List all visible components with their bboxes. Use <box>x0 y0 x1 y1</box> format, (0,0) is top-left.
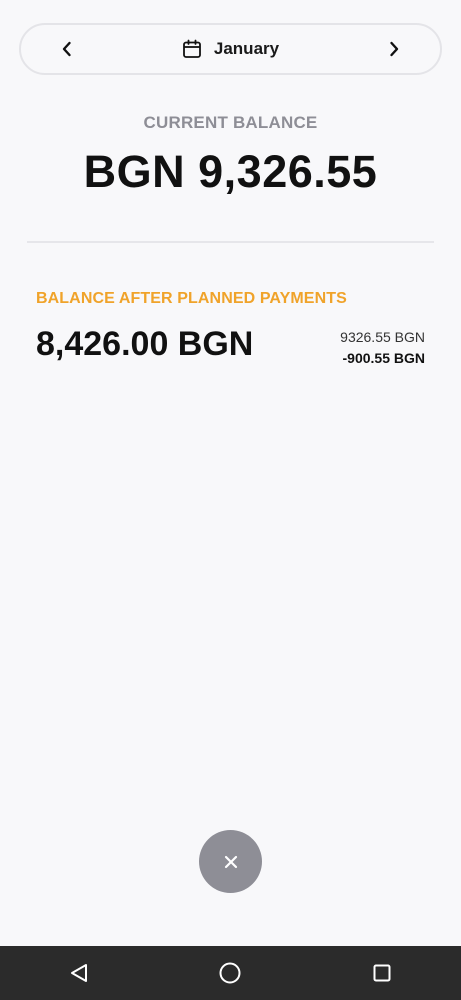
current-balance-value: BGN 9,326.55 <box>83 146 378 197</box>
breakdown-current-amount: 9326.55 BGN <box>340 329 425 345</box>
current-balance-label: CURRENT BALANCE <box>143 113 318 132</box>
balance-breakdown: 9326.55 BGN -900.55 BGN <box>340 329 425 366</box>
system-navigation-bar <box>0 946 461 1000</box>
planned-balance-value: 8,426.00 BGN <box>36 325 254 363</box>
divider <box>27 241 434 243</box>
month-selector: January <box>19 23 442 75</box>
system-recents-button[interactable] <box>366 958 398 988</box>
back-triangle-icon <box>71 964 87 982</box>
month-label[interactable]: January <box>214 39 279 59</box>
chevron-right-icon <box>390 41 399 57</box>
close-icon <box>224 855 237 868</box>
close-fab-button[interactable] <box>199 830 262 893</box>
calendar-icon[interactable] <box>182 39 202 59</box>
planned-balance-label: BALANCE AFTER PLANNED PAYMENTS <box>36 290 347 307</box>
system-home-button[interactable] <box>214 958 246 988</box>
system-back-button[interactable] <box>63 958 95 988</box>
breakdown-planned-payments: -900.55 BGN <box>342 350 425 366</box>
balance-screen: January CURRENT BALANCE BGN 9,326.55 BAL… <box>0 0 461 1000</box>
next-month-button[interactable] <box>368 25 420 73</box>
chevron-left-icon <box>62 41 71 57</box>
home-circle-icon <box>219 962 241 984</box>
recents-square-icon <box>373 964 391 982</box>
previous-month-button[interactable] <box>41 25 93 73</box>
